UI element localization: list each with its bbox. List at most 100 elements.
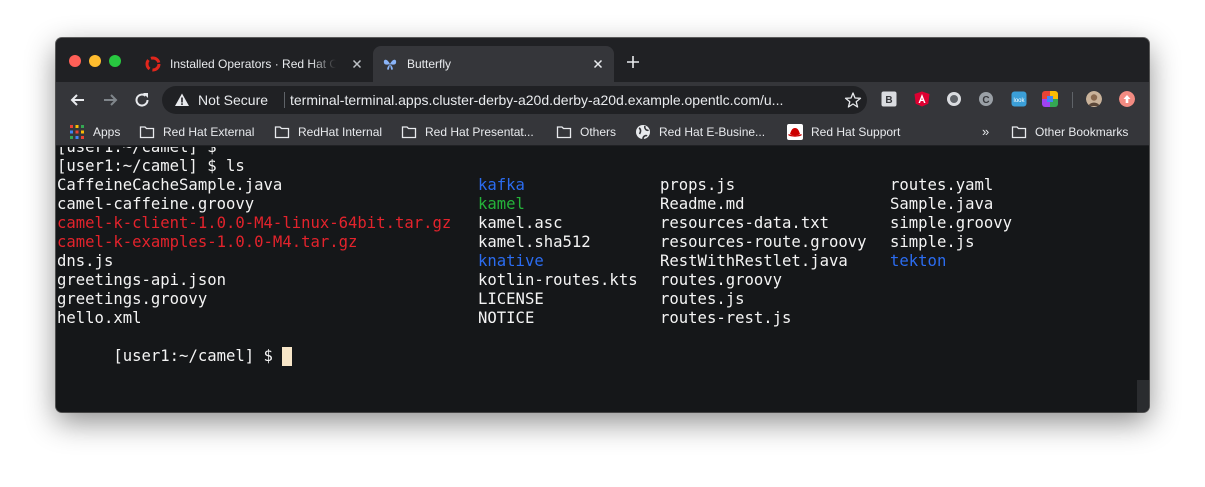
file-entry: kamel.sha512 bbox=[478, 233, 591, 251]
file-entry: hello.xml bbox=[57, 309, 142, 327]
update-icon[interactable] bbox=[1119, 91, 1135, 107]
bookmark-label: Red Hat External bbox=[163, 125, 255, 139]
terminal-scrollbar-thumb[interactable] bbox=[1137, 380, 1149, 412]
file-entry: dns.js bbox=[57, 252, 114, 270]
window-minimize-button[interactable] bbox=[89, 55, 101, 67]
terminal-output-row: camel-caffeine.groovy kamel Readme.md Sa… bbox=[57, 195, 993, 214]
terminal-input-line[interactable]: [user1:~/camel] $ bbox=[57, 328, 293, 366]
color-grid-ext-icon[interactable] bbox=[1042, 91, 1058, 107]
file-entry: routes.groovy bbox=[660, 271, 783, 289]
terminal-prompt: [user1:~/camel] $ bbox=[113, 347, 283, 365]
folder-icon bbox=[556, 126, 572, 139]
tab-butterfly[interactable]: Butterfly bbox=[373, 46, 614, 82]
tab-installed-operators[interactable]: Installed Operators · Red Hat OpenShift bbox=[136, 46, 373, 82]
bookmark-red-hat-support[interactable]: Red Hat Support bbox=[787, 124, 900, 140]
directory-entry: tekton bbox=[890, 252, 947, 270]
bookmark-label: Red Hat E-Busine... bbox=[659, 125, 766, 139]
file-entry: camel-caffeine.groovy bbox=[57, 195, 255, 213]
folder-icon bbox=[401, 126, 417, 139]
file-entry: routes-rest.js bbox=[660, 309, 792, 327]
openshift-icon bbox=[145, 56, 161, 72]
tab-strip: Installed Operators · Red Hat OpenShift … bbox=[56, 38, 1149, 82]
file-entry: Readme.md bbox=[660, 195, 745, 213]
bookmark-ext-icon[interactable]: B bbox=[881, 91, 897, 107]
file-entry: kamel.asc bbox=[478, 214, 563, 232]
bookmark-label: Red Hat Support bbox=[811, 125, 901, 139]
terminal-output-row: camel-k-examples-1.0.0-M4.tar.gz kamel.s… bbox=[57, 233, 975, 252]
warning-icon[interactable] bbox=[174, 92, 190, 108]
butterfly-icon bbox=[383, 59, 397, 70]
terminal-prompt-line: [user1:~/camel] $ bbox=[57, 147, 217, 156]
file-entry: greetings-api.json bbox=[57, 271, 226, 289]
file-entry: props.js bbox=[660, 176, 736, 194]
tab-title: Installed Operators · Red Hat OpenShift bbox=[170, 57, 336, 71]
terminal-output-row: greetings-api.json kotlin-routes.kts rou… bbox=[57, 271, 782, 290]
back-button[interactable] bbox=[68, 90, 88, 110]
avatar[interactable] bbox=[1086, 91, 1102, 107]
terminal-command-line: [user1:~/camel] $ ls bbox=[57, 157, 245, 175]
bookmark-label: Red Hat Presentat... bbox=[425, 125, 534, 139]
terminal-output-row: greetings.groovy LICENSE routes.js bbox=[57, 290, 745, 309]
browser-window: Installed Operators · Red Hat OpenShift … bbox=[56, 38, 1149, 412]
bookmark-red-hat-external[interactable]: Red Hat External bbox=[139, 124, 254, 140]
file-entry: Sample.java bbox=[890, 195, 994, 213]
star-icon[interactable] bbox=[844, 91, 862, 109]
terminal-cursor bbox=[282, 347, 293, 366]
bookmark-label: Apps bbox=[93, 125, 121, 139]
file-entry: routes.js bbox=[660, 290, 745, 308]
toolbar-divider bbox=[1072, 92, 1073, 108]
terminal-output-row: hello.xml NOTICE routes-rest.js bbox=[57, 309, 791, 328]
terminal-output-row: camel-k-client-1.0.0-M4-linux-64bit.tar.… bbox=[57, 214, 1012, 233]
file-entry: CaffeineCacheSample.java bbox=[57, 176, 283, 194]
archive-entry: camel-k-client-1.0.0-M4-linux-64bit.tar.… bbox=[57, 214, 452, 232]
close-icon[interactable] bbox=[590, 56, 606, 72]
security-label[interactable]: Not Secure bbox=[198, 92, 268, 108]
close-icon[interactable] bbox=[349, 56, 365, 72]
file-entry: resources-route.groovy bbox=[660, 233, 867, 251]
bookmark-red-hat-presentations[interactable]: Red Hat Presentat... bbox=[401, 124, 534, 140]
omnibox-divider bbox=[284, 92, 285, 108]
bookmark-redhat-internal[interactable]: RedHat Internal bbox=[274, 124, 382, 140]
file-entry: LICENSE bbox=[478, 290, 544, 308]
search-ext-icon[interactable]: look bbox=[1011, 91, 1027, 107]
record-ext-icon[interactable] bbox=[946, 91, 962, 107]
file-entry: routes.yaml bbox=[890, 176, 994, 194]
window-close-button[interactable] bbox=[69, 55, 81, 67]
redhat-icon bbox=[787, 124, 803, 140]
address-bar[interactable]: Not Secure terminal-terminal.apps.cluste… bbox=[162, 86, 867, 114]
angular-ext-icon[interactable] bbox=[914, 91, 930, 107]
bookmark-label: RedHat Internal bbox=[298, 125, 383, 139]
svg-text:look: look bbox=[1013, 98, 1025, 104]
bookmark-label: Others bbox=[580, 125, 617, 139]
window-zoom-button[interactable] bbox=[109, 55, 121, 67]
forward-button[interactable] bbox=[100, 90, 120, 110]
directory-entry: knative bbox=[478, 252, 544, 270]
bookmark-red-hat-e-business[interactable]: Red Hat E-Busine... bbox=[635, 124, 765, 140]
executable-entry: kamel bbox=[478, 195, 525, 213]
file-entry: simple.groovy bbox=[890, 214, 1013, 232]
file-entry: greetings.groovy bbox=[57, 290, 208, 308]
file-entry: kotlin-routes.kts bbox=[478, 271, 638, 289]
globe-icon bbox=[636, 125, 650, 140]
bookmark-other-bookmarks[interactable]: Other Bookmarks bbox=[1011, 124, 1128, 140]
bookmark-label: Other Bookmarks bbox=[1035, 125, 1129, 139]
bookmarks-bar: Apps Red Hat External RedHat Internal Re… bbox=[56, 118, 1149, 146]
browser-toolbar: Not Secure terminal-terminal.apps.cluste… bbox=[56, 82, 1149, 118]
folder-icon bbox=[274, 126, 290, 139]
svg-text:B: B bbox=[885, 95, 892, 106]
archive-entry: camel-k-examples-1.0.0-M4.tar.gz bbox=[57, 233, 358, 251]
folder-icon bbox=[139, 126, 155, 139]
terminal-screen[interactable]: [user1:~/camel] $ [user1:~/camel] $ ls C… bbox=[56, 147, 1149, 412]
bookmark-others[interactable]: Others bbox=[556, 124, 616, 140]
bookmarks-overflow-button[interactable]: » bbox=[982, 124, 989, 140]
directory-entry: kafka bbox=[478, 176, 525, 194]
c-ext-icon[interactable]: C bbox=[978, 91, 994, 107]
svg-text:C: C bbox=[982, 95, 989, 106]
bookmark-apps[interactable]: Apps bbox=[69, 124, 120, 140]
file-entry: resources-data.txt bbox=[660, 214, 829, 232]
terminal-output-row: CaffeineCacheSample.java kafka props.js … bbox=[57, 176, 993, 195]
new-tab-button[interactable] bbox=[625, 54, 641, 70]
folder-icon bbox=[1011, 126, 1027, 139]
reload-button[interactable] bbox=[132, 90, 152, 110]
url-text[interactable]: terminal-terminal.apps.cluster-derby-a20… bbox=[290, 92, 830, 108]
